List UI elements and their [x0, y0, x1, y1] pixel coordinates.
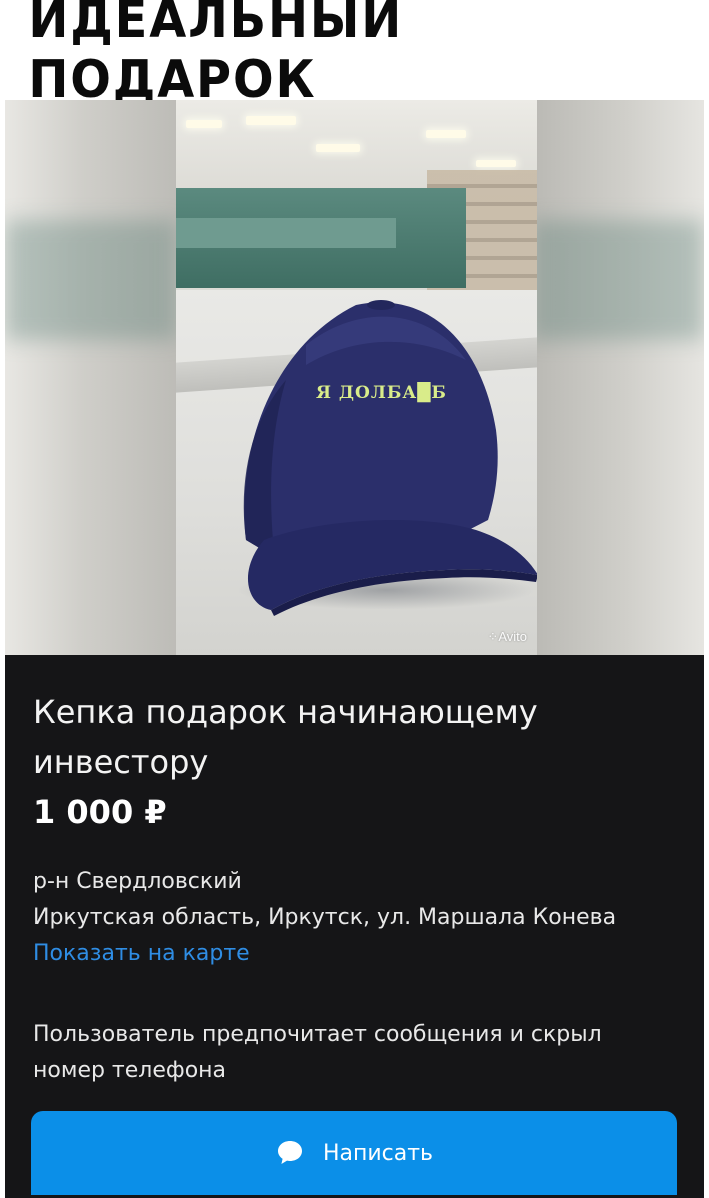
cap-image: Я ДОЛБА█Б [243, 300, 537, 616]
meme-caption: ИДЕАЛЬНЫЙ ПОДАРОК [28, 0, 404, 110]
cap-button [367, 300, 395, 310]
show-on-map-link[interactable]: Показать на карте [33, 941, 250, 966]
listing-address: Иркутская область, Иркутск, ул. Маршала … [33, 905, 617, 930]
page: ИДЕАЛЬНЫЙ ПОДАРОК Я ДОЛБА█Б ⁘Avito Кепка… [0, 0, 709, 1198]
write-button-label: Написать [322, 1140, 434, 1166]
contact-preference-note: Пользователь предпочитает сообщения и ск… [33, 1022, 602, 1083]
listing-info: Кепка подарок начинающему инвестору 1 00… [5, 655, 704, 1198]
listing-price: 1 000 ₽ [33, 793, 167, 831]
listing-photo[interactable]: Я ДОЛБА█Б ⁘Avito [5, 100, 704, 655]
cap-brim [248, 519, 537, 610]
cap-embroidery-text: Я ДОЛБА█Б [316, 382, 447, 403]
chat-bubble-icon [275, 1138, 305, 1168]
photo-blur-left [5, 100, 177, 655]
photo-blur-right [532, 100, 704, 655]
listing-title: Кепка подарок начинающему инвестору [33, 693, 538, 781]
listing-district: р-н Свердловский [33, 869, 242, 894]
avito-watermark-dots-icon: ⁘ [487, 629, 499, 644]
avito-watermark: ⁘Avito [487, 629, 527, 645]
write-message-button[interactable]: Написать [31, 1111, 677, 1195]
avito-watermark-text: Avito [498, 629, 527, 644]
photo-main: Я ДОЛБА█Б ⁘Avito [176, 100, 537, 655]
